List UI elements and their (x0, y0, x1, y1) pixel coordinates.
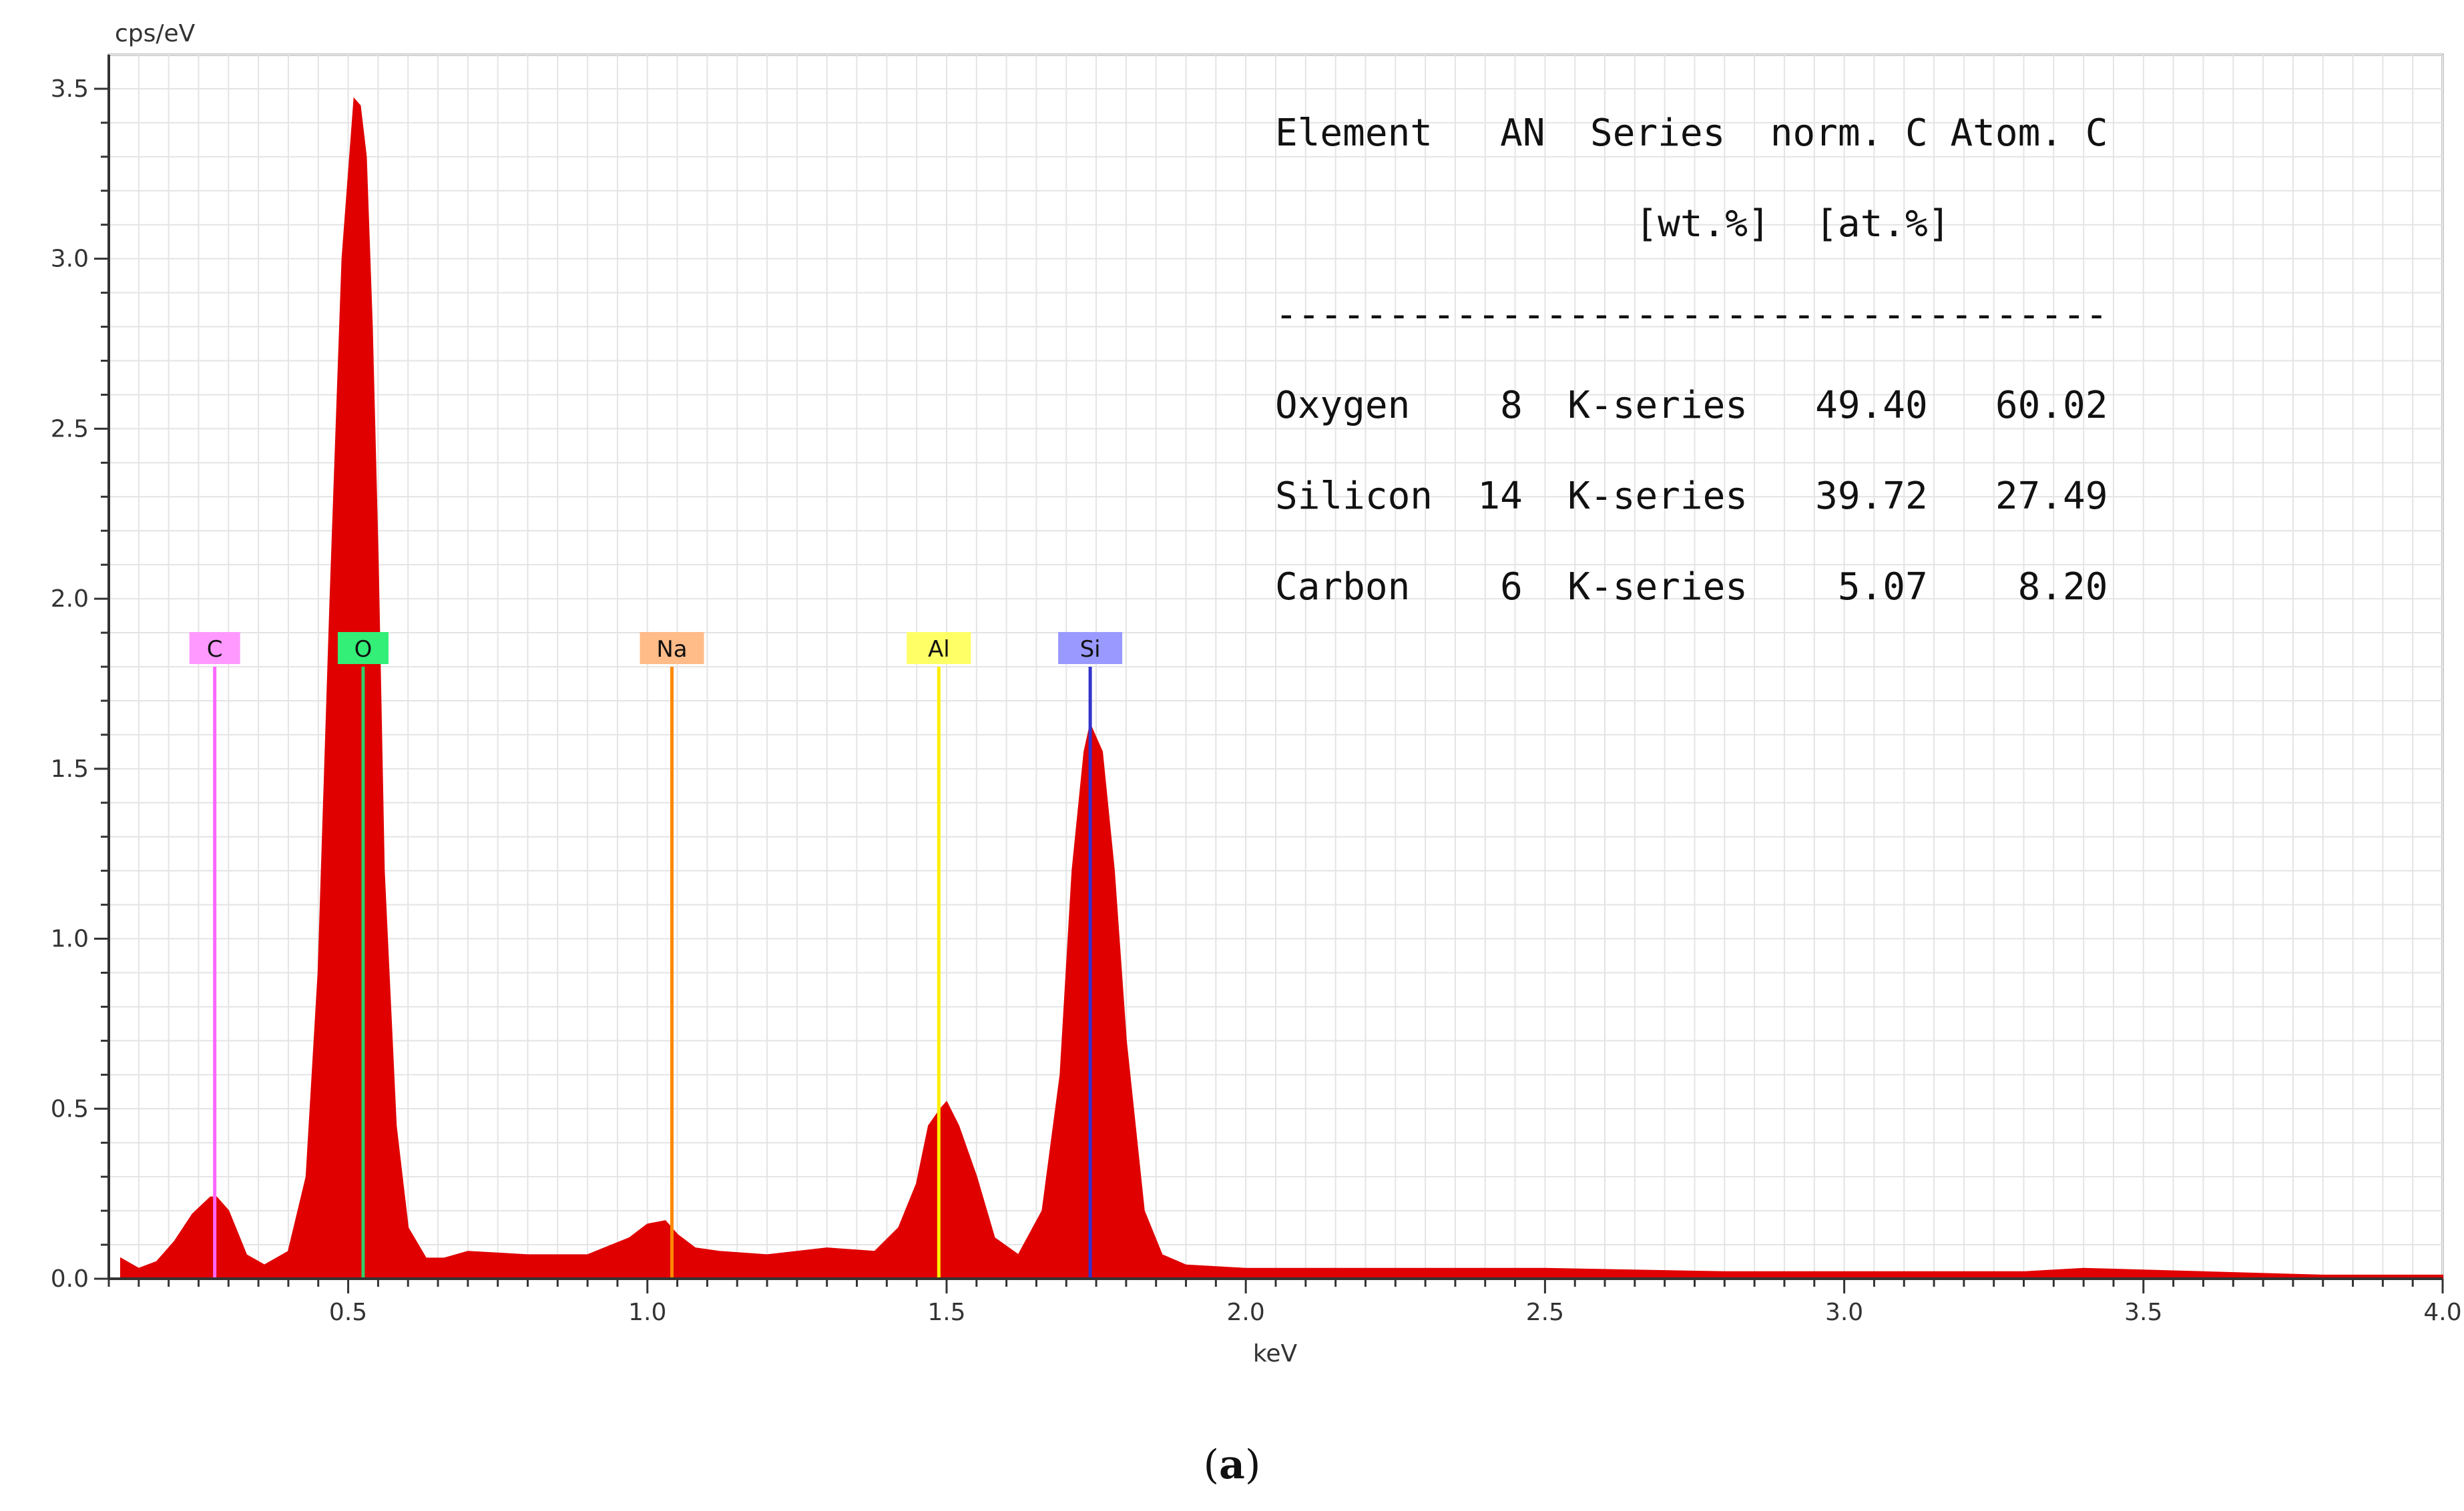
y-tick-label: 2.5 (51, 415, 89, 442)
marker-label-na: Na (656, 636, 687, 663)
x-tick-label: 3.0 (1825, 1299, 1863, 1326)
y-tick-label: 3.5 (51, 75, 89, 103)
caption-open: ( (1203, 1442, 1220, 1488)
y-tick-label: 0.0 (51, 1265, 89, 1293)
x-tick-label: 0.5 (329, 1299, 367, 1326)
table-separator: ------------------------------------- (1275, 293, 2108, 336)
marker-label-o: O (354, 636, 373, 663)
eds-spectrum-chart: C O Na Al Si 0.0 0.5 1.0 1.5 2.0 2.5 3.0 3.5 0.5 1.0… (51, 20, 2462, 1368)
caption-close: ) (1244, 1442, 1261, 1488)
table-row-silicon: Silicon 14 K-series 39.72 27.49 (1275, 475, 2108, 518)
x-tick-label: 3.5 (2124, 1299, 2162, 1326)
caption-letter: a (1219, 1442, 1245, 1488)
y-tick-label: 1.5 (51, 756, 89, 783)
x-ticks: 0.5 1.0 1.5 2.0 2.5 3.0 3.5 4.0 (107, 1279, 2462, 1326)
table-row-oxygen: Oxygen 8 K-series 49.40 60.02 (1275, 384, 2108, 427)
x-tick-label: 1.0 (628, 1299, 666, 1326)
table-header-1: Element AN Series norm. C Atom. C (1275, 111, 2108, 155)
y-axis-title: cps/eV (115, 20, 196, 47)
figure-caption: (a) (0, 1442, 2464, 1488)
x-axis-title: keV (1253, 1340, 1298, 1368)
marker-label-c: C (207, 636, 223, 663)
y-tick-label: 1.0 (51, 926, 89, 953)
y-ticks: 0.0 0.5 1.0 1.5 2.0 2.5 3.0 3.5 (51, 75, 109, 1293)
marker-label-al: Al (928, 636, 950, 663)
y-tick-label: 3.0 (51, 246, 89, 273)
x-tick-label: 4.0 (2423, 1299, 2461, 1326)
x-tick-label: 2.5 (1526, 1299, 1564, 1326)
marker-label-si: Si (1080, 636, 1101, 663)
y-tick-label: 0.5 (51, 1095, 89, 1123)
y-tick-label: 2.0 (51, 585, 89, 613)
x-tick-label: 1.5 (927, 1299, 965, 1326)
table-row-carbon: Carbon 6 K-series 5.07 8.20 (1275, 565, 2108, 609)
x-tick-label: 2.0 (1227, 1299, 1265, 1326)
table-header-2: [wt.%] [at.%] (1275, 202, 1950, 246)
